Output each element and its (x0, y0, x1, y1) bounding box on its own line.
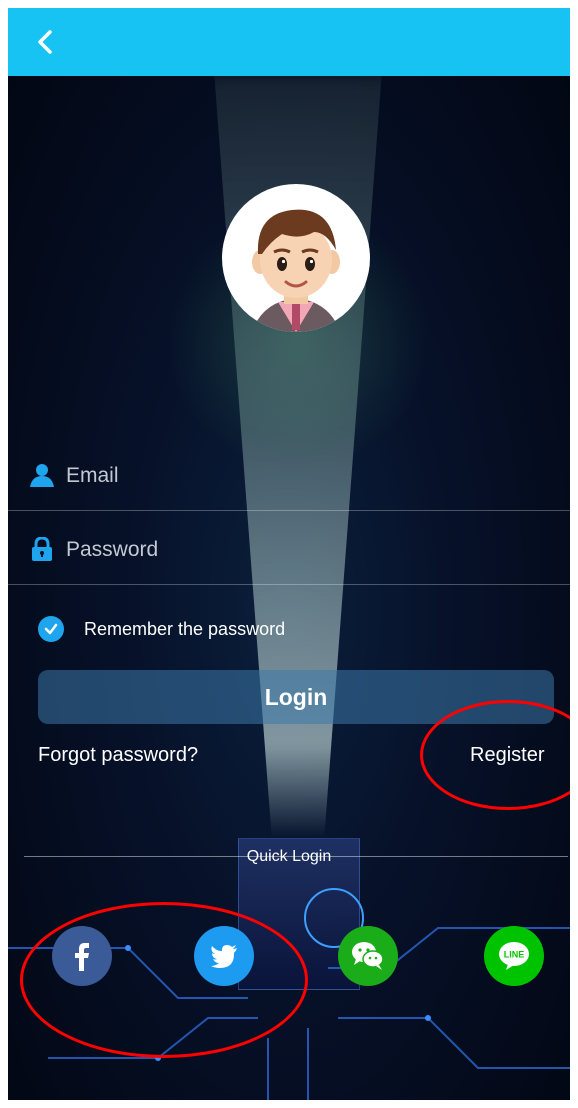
svg-text:LINE: LINE (504, 950, 525, 960)
avatar (222, 184, 370, 332)
quick-login-label-wrap: Quick Login (8, 848, 570, 866)
wechat-login-button[interactable] (338, 926, 398, 986)
remember-password-label: Remember the password (84, 618, 286, 639)
password-field[interactable] (8, 512, 570, 585)
email-input[interactable] (64, 458, 548, 494)
line-login-button[interactable]: LINE (484, 926, 544, 986)
email-field[interactable] (8, 438, 570, 511)
back-button[interactable] (30, 26, 62, 58)
top-bar (8, 8, 570, 76)
password-input[interactable] (64, 532, 548, 568)
chevron-left-icon (38, 30, 52, 54)
checkmark-icon[interactable] (38, 616, 64, 642)
login-screen: Remember the password Login Forgot passw… (8, 8, 570, 1100)
user-icon (30, 464, 54, 487)
annotation-circle-social (20, 902, 308, 1058)
quick-login-label: Quick Login (246, 848, 332, 865)
wechat-icon (352, 942, 384, 970)
remember-password-toggle[interactable]: Remember the password (38, 614, 285, 644)
line-icon: LINE (499, 942, 529, 970)
forgot-password-link[interactable]: Forgot password? (38, 744, 198, 767)
lock-icon (32, 537, 52, 561)
